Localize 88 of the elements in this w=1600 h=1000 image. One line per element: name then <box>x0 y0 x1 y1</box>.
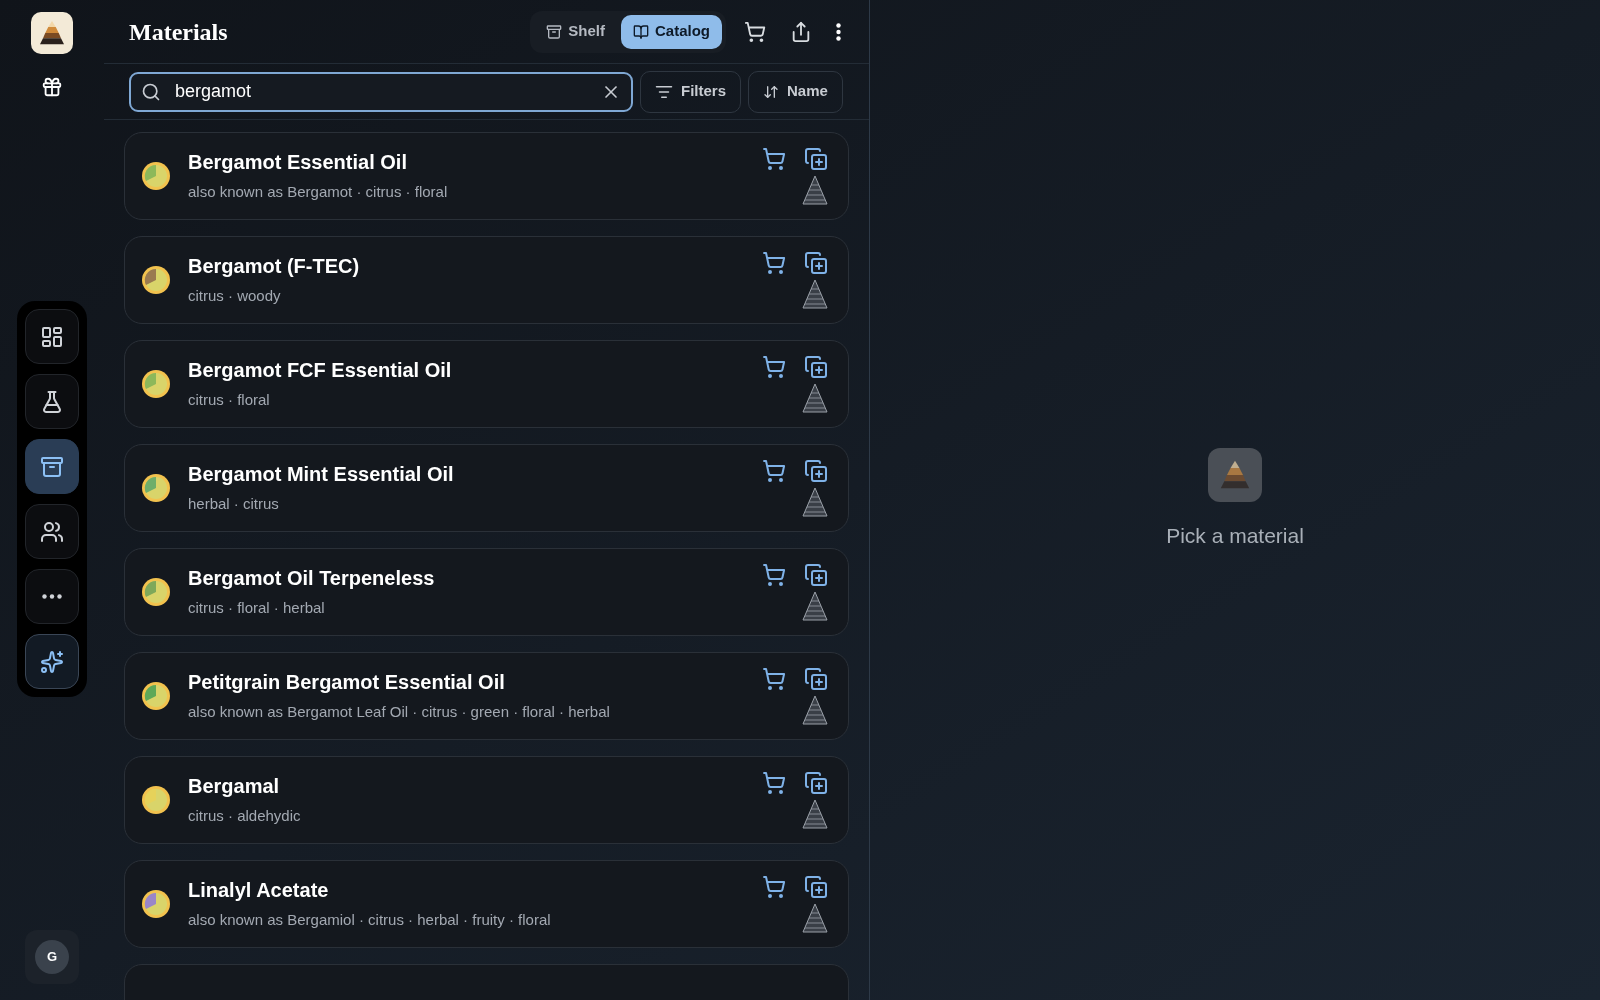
material-card[interactable]: Bergamot Essential Oil also known as Bergamot · citrus · floral <box>124 132 849 220</box>
material-card[interactable]: Petitgrain Bergamot Essential Oil also known as Bergamot Leaf Oil · citrus · green · floral · herbal <box>124 652 849 740</box>
search-icon <box>141 81 161 102</box>
view-tab[interactable]: Catalog <box>621 14 722 49</box>
filters-button[interactable]: Filters <box>640 70 741 113</box>
pyramid-icon <box>802 903 828 933</box>
add-to-cart-button[interactable] <box>762 251 786 275</box>
material-name: Linalyl Acetate <box>188 878 330 903</box>
material-tags: also known as Bergamot · citrus · floral <box>188 180 762 204</box>
pyramid-icon <box>802 383 828 413</box>
pie-icon <box>141 265 171 295</box>
nav-button[interactable] <box>25 439 79 494</box>
share-button[interactable] <box>790 20 812 43</box>
pie-icon <box>141 577 171 607</box>
pyramid-logo-icon <box>37 19 67 47</box>
material-card[interactable]: Bergamot Mint Essential Oil herbal · citrus <box>124 444 849 532</box>
add-to-collection-button[interactable] <box>804 563 828 587</box>
add-to-cart-button[interactable] <box>762 875 786 899</box>
add-to-cart-button[interactable] <box>762 563 786 587</box>
material-card[interactable]: Bergamot FCF Essential Oil citrus · floral <box>124 340 849 428</box>
app-logo[interactable] <box>31 12 73 54</box>
pie-icon <box>141 785 171 815</box>
add-to-collection-button[interactable] <box>804 251 828 275</box>
empty-state-message: Pick a material <box>1166 523 1304 550</box>
cart-button[interactable] <box>744 20 766 43</box>
more-icon <box>42 594 62 599</box>
pie-icon <box>141 889 171 919</box>
add-to-collection-button[interactable] <box>804 147 828 171</box>
add-to-cart-button[interactable] <box>762 459 786 483</box>
material-tags: also known as Bergamiol · citrus · herbal · fruity · floral <box>188 908 762 932</box>
pyramid-icon <box>802 799 828 829</box>
material-card[interactable]: Bergamot Oil Terpeneless citrus · floral · herbal <box>124 548 849 636</box>
add-to-collection-button[interactable] <box>804 355 828 379</box>
add-to-collection-button[interactable] <box>804 459 828 483</box>
nav-button[interactable] <box>25 634 79 689</box>
add-to-collection-button[interactable] <box>804 771 828 795</box>
pie-icon <box>141 369 171 399</box>
people-icon <box>40 519 64 544</box>
material-name: Bergamot Oil Terpeneless <box>188 566 436 591</box>
user-avatar[interactable]: G <box>35 940 69 974</box>
material-name: Petitgrain Bergamot Essential Oil <box>188 670 506 695</box>
pie-icon <box>141 473 171 503</box>
sparkle-icon <box>40 649 64 674</box>
add-to-cart-button[interactable] <box>762 355 786 379</box>
material-tags: citrus · aldehydic <box>188 804 762 828</box>
material-tags: citrus · floral · herbal <box>188 596 762 620</box>
user-tile[interactable]: G <box>25 930 79 984</box>
nav-button[interactable] <box>25 309 79 364</box>
gift-button[interactable] <box>41 76 63 98</box>
add-to-collection-button[interactable] <box>804 875 828 899</box>
material-card[interactable]: Bergamot (F-TEC) citrus · woody <box>124 236 849 324</box>
pie-icon <box>141 161 171 191</box>
flask-icon <box>40 389 64 414</box>
archive-icon <box>546 23 563 40</box>
book-icon <box>633 23 649 40</box>
pyramid-icon <box>802 487 828 517</box>
material-tags: citrus · floral <box>188 388 762 412</box>
archive-icon <box>40 454 64 479</box>
material-tags: citrus · woody <box>188 284 762 308</box>
dashboard-icon <box>40 324 64 349</box>
search-field[interactable]: bergamot <box>129 71 633 112</box>
add-to-cart-button[interactable] <box>762 147 786 171</box>
nav-button[interactable] <box>25 374 79 429</box>
pyramid-icon <box>802 175 828 205</box>
page-title: Materials <box>129 17 228 47</box>
more-button[interactable] <box>836 22 841 41</box>
material-tags: herbal · citrus <box>188 492 762 516</box>
sort-button[interactable]: Name <box>748 70 843 113</box>
material-name: Bergamot Essential Oil <box>188 150 408 175</box>
search-value: bergamot <box>175 80 253 103</box>
more-vertical-icon <box>836 22 841 41</box>
material-name: Bergamot (F-TEC) <box>188 254 361 279</box>
sort-icon <box>763 83 779 100</box>
view-tab[interactable]: Shelf <box>534 14 617 49</box>
add-to-cart-button[interactable] <box>762 667 786 691</box>
pyramid-icon <box>802 591 828 621</box>
add-to-cart-button[interactable] <box>762 771 786 795</box>
add-to-collection-button[interactable] <box>804 667 828 691</box>
material-card[interactable]: Linalyl Acetate also known as Bergamiol · citrus · herbal · fruity · floral <box>124 860 849 948</box>
nav-button[interactable] <box>25 504 79 559</box>
material-tags: also known as Bergamot Leaf Oil · citrus · green · floral · herbal <box>188 700 762 724</box>
material-name: Bergamot Mint Essential Oil <box>188 462 455 487</box>
pie-icon <box>141 681 171 711</box>
pyramid-icon <box>802 279 828 309</box>
material-name: Bergamot FCF Essential Oil <box>188 358 453 383</box>
material-name: Bergamal <box>188 774 281 799</box>
material-card[interactable]: Bergamal citrus · aldehydic <box>124 756 849 844</box>
pyramid-icon <box>802 695 828 725</box>
